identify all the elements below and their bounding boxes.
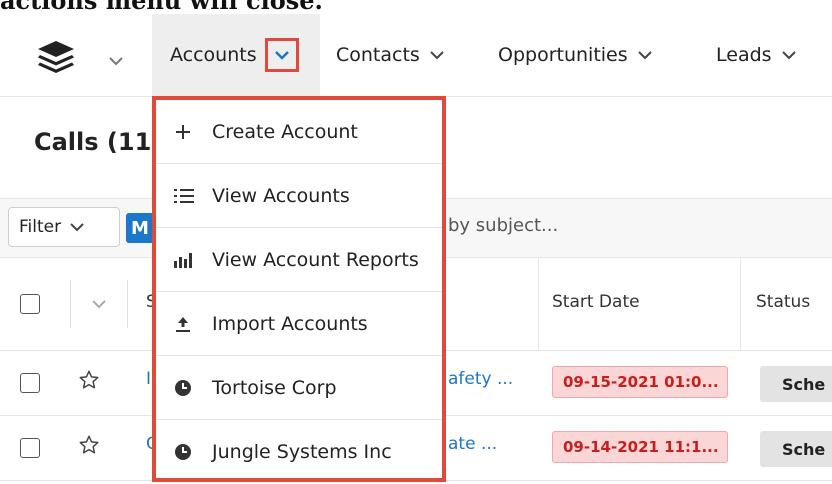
select-all-checkbox[interactable] (20, 294, 40, 314)
menu-item-recent-tortoise-corp[interactable]: Tortoise Corp (156, 356, 442, 420)
star-icon[interactable] (78, 369, 100, 395)
menu-item-import-accounts[interactable]: Import Accounts (156, 292, 442, 356)
subject-link[interactable]: ate ... (448, 434, 497, 454)
clock-icon (174, 379, 200, 397)
clock-icon (174, 443, 200, 461)
filter-label: Filter (19, 217, 62, 237)
chevron-down-icon (69, 222, 85, 232)
mass-actions-dropdown[interactable] (70, 280, 128, 328)
menu-item-create-account[interactable]: Create Account (156, 100, 442, 164)
bar-chart-icon (174, 252, 200, 268)
column-divider (538, 258, 539, 350)
star-icon[interactable] (78, 434, 100, 460)
chevron-down-icon (274, 51, 289, 60)
filter-button[interactable]: Filter (8, 207, 120, 247)
chevron-down-icon[interactable] (781, 50, 797, 60)
start-date-badge: 09-15-2021 01:0... (552, 366, 728, 398)
nav-tab-label: Accounts (170, 44, 257, 66)
nav-tab-contacts[interactable]: Contacts (336, 14, 445, 96)
chevron-down-icon[interactable] (429, 50, 445, 60)
list-icon (174, 188, 200, 204)
nav-tab-opportunities[interactable]: Opportunities (498, 14, 653, 96)
menu-item-label: Create Account (212, 120, 358, 143)
column-header-status[interactable]: Status (756, 292, 810, 312)
column-divider (740, 258, 741, 350)
subject-link[interactable]: I (146, 369, 151, 389)
status-badge: Sche (760, 431, 832, 467)
plus-icon (174, 123, 200, 141)
column-header-start-date[interactable]: Start Date (552, 292, 640, 312)
chevron-down-icon[interactable] (637, 50, 653, 60)
nav-tab-label: Opportunities (498, 44, 628, 66)
nav-tab-leads[interactable]: Leads (716, 14, 797, 96)
page-title: Calls (11 (34, 128, 152, 156)
top-nav: Accounts Contacts Opportunities Leads (0, 14, 832, 97)
accounts-actions-chevron-button[interactable] (264, 38, 299, 72)
search-input[interactable]: by subject... (448, 215, 558, 236)
chevron-down-icon (92, 300, 106, 309)
subject-link[interactable]: afety ... (448, 369, 513, 389)
nav-tab-label: Leads (716, 44, 772, 66)
start-date-badge: 09-14-2021 11:1... (552, 431, 728, 463)
menu-item-label: Tortoise Corp (212, 376, 337, 399)
filter-pill[interactable]: M (126, 213, 154, 243)
menu-item-label: View Account Reports (212, 248, 419, 271)
menu-item-label: View Accounts (212, 184, 350, 207)
menu-item-view-account-reports[interactable]: View Account Reports (156, 228, 442, 292)
menu-item-view-accounts[interactable]: View Accounts (156, 164, 442, 228)
nav-tab-accounts[interactable]: Accounts (152, 14, 320, 96)
status-badge: Sche (760, 366, 832, 402)
row-checkbox[interactable] (20, 373, 40, 393)
row-checkbox[interactable] (20, 438, 40, 458)
chevron-down-icon[interactable] (108, 51, 124, 70)
nav-tab-label: Contacts (336, 44, 420, 66)
layers-logo-icon[interactable] (36, 39, 76, 73)
menu-item-label: Jungle Systems Inc (212, 441, 392, 463)
menu-item-label: Import Accounts (212, 312, 368, 335)
upload-icon (174, 315, 200, 333)
menu-item-recent-jungle-systems[interactable]: Jungle Systems Inc (156, 420, 442, 484)
accounts-actions-menu: Create Account View Accounts View Accoun… (152, 96, 446, 482)
